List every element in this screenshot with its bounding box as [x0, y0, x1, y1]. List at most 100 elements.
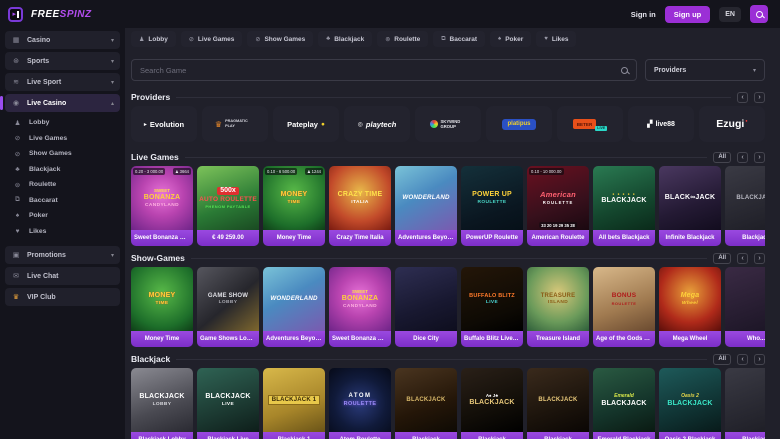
- language-selector[interactable]: EN: [719, 7, 741, 22]
- provider-skywind-group[interactable]: ● SKYWIND GROUP: [415, 106, 481, 142]
- game-card[interactable]: ♟ BONUS ROULETTE Age of the Gods Bon...: [593, 267, 655, 347]
- provider-platipus[interactable]: platipus: [486, 106, 552, 142]
- game-card[interactable]: ♟ ATOM ROULETTE Atom Roulette: [329, 368, 391, 439]
- provider-pateplay[interactable]: Pateplay ●: [273, 106, 339, 142]
- show-games-prev-button[interactable]: ‹: [737, 253, 748, 264]
- providers-dropdown[interactable]: Providers ▾: [645, 59, 765, 81]
- tab-show-games[interactable]: ⊘ Show Games: [247, 31, 313, 47]
- game-thumbnail: ♟ ● ● ● ● ● BLACKJACK: [593, 166, 655, 230]
- game-card[interactable]: 0.10 - 10 000.00 ♟ American ROULETTE 33 …: [527, 166, 589, 246]
- provider-logo-tag: LIVE: [595, 126, 607, 131]
- game-thumbnail: 0.20 - 3 000.00 ♟ 3664 SWEET BONANZA CAN…: [131, 166, 193, 230]
- sidebar-item-sports[interactable]: ⊛ Sports ▾: [5, 52, 120, 70]
- game-card[interactable]: ♟ ● ● ● ● ● BLACKJACK All bets Blackjack: [593, 166, 655, 246]
- sidebar-item-poker[interactable]: ♠ Poker: [5, 208, 120, 224]
- game-card[interactable]: ♟ POWER UP ROULETTE PowerUP Roulette: [461, 166, 523, 246]
- blackjack-next-button[interactable]: ›: [754, 354, 765, 365]
- providers-prev-button[interactable]: ‹: [737, 92, 748, 103]
- game-card[interactable]: ♟ WONDERLAND Adventures Beyond ...: [395, 166, 457, 246]
- game-card[interactable]: ♟ MONEY TIME Money Time: [131, 267, 193, 347]
- game-card[interactable]: ♟ Who...: [725, 267, 765, 347]
- game-card[interactable]: ♟ 500x AUTO ROULETTE PHENOM PAYTABLE € 4…: [197, 166, 259, 246]
- provider-playtech[interactable]: ◎ playtech: [344, 106, 410, 142]
- provider-pragmatic-play[interactable]: ♛ PRAGMATIC PLAY: [202, 106, 268, 142]
- provider-name: platipus: [502, 119, 535, 130]
- game-title: Who...: [725, 331, 765, 347]
- sidebar-item-baccarat[interactable]: ⧉ Baccarat: [5, 193, 120, 209]
- blackjack-prev-button[interactable]: ‹: [737, 354, 748, 365]
- tab-label: Likes: [552, 36, 569, 43]
- provider-ezugi[interactable]: Ezugi ●: [699, 106, 765, 142]
- game-card[interactable]: ♟ BLACKJACK LIVE Blackjack Live: [197, 368, 259, 439]
- section-title-live-games: Live Games: [131, 152, 179, 162]
- sidebar-item-likes[interactable]: ♥ Likes: [5, 224, 120, 240]
- search-input[interactable]: [140, 66, 621, 75]
- brand-logo-icon[interactable]: ▸: [8, 7, 23, 22]
- providers-next-button[interactable]: ›: [754, 92, 765, 103]
- sidebar-item-casino[interactable]: ▦ Casino ▾: [5, 31, 120, 49]
- tab-live-games[interactable]: ⊘ Live Games: [181, 31, 243, 47]
- sign-in-button[interactable]: Sign in: [631, 10, 656, 19]
- game-card[interactable]: ♟ BLACKJACK 1 Blackjack 1: [263, 368, 325, 439]
- game-card[interactable]: ♟ CRAZY TIME ITALIA Crazy Time Italia: [329, 166, 391, 246]
- chevron-icon: ▾: [111, 58, 114, 65]
- game-card[interactable]: ♟ SWEET BONANZA CANDYLAND Sweet Bonanza …: [329, 267, 391, 347]
- provider-beter-live[interactable]: BETER LIVE: [557, 106, 623, 142]
- game-card[interactable]: ♟ Blackjack: [725, 368, 765, 439]
- provider-evolution[interactable]: ▸ Evolution: [131, 106, 197, 142]
- live-games-next-button[interactable]: ›: [754, 152, 765, 163]
- sidebar-item-live-games[interactable]: ⊘ Live Games: [5, 131, 120, 147]
- game-card[interactable]: ♟ Oasis 2 BLACKJACK Oasis 2 Blackjack: [659, 368, 721, 439]
- sidebar-item-roulette[interactable]: ⊚ Roulette: [5, 177, 120, 193]
- show-games-next-button[interactable]: ›: [754, 253, 765, 264]
- tab-roulette[interactable]: ⊚ Roulette: [377, 31, 428, 47]
- game-card[interactable]: ♟ Dice City: [395, 267, 457, 347]
- sidebar: ▦ Casino ▾ ⊛ Sports ▾ ≋ Live Sport ▾ ◉ L…: [0, 28, 125, 439]
- game-card[interactable]: ♟ GAME SHOW LOBBY Game Shows Lobby: [197, 267, 259, 347]
- live-games-all-button[interactable]: All: [713, 152, 731, 163]
- sidebar-item-promotions[interactable]: ▣ Promotions ▾: [5, 246, 120, 264]
- game-card[interactable]: ♟ WONDERLAND Adventures Beyond ...: [263, 267, 325, 347]
- sidebar-item-live-chat[interactable]: ✉ Live Chat: [5, 267, 120, 285]
- players-badge: ♟ 3664: [173, 168, 191, 175]
- tab-baccarat[interactable]: ⧉ Baccarat: [433, 31, 485, 47]
- game-card[interactable]: ♟ BLACK∞JACK Infinite Blackjack: [659, 166, 721, 246]
- game-card[interactable]: ♟ BLACKJACK Blackjack: [527, 368, 589, 439]
- game-card[interactable]: 0.10 - 6 500.00 ♟ 1244 MONEY TIME Money …: [263, 166, 325, 246]
- game-search: [131, 59, 637, 81]
- tab-likes[interactable]: ♥ Likes: [536, 31, 576, 47]
- game-thumbnail: ♟ Emerald BLACKJACK: [593, 368, 655, 432]
- game-card[interactable]: ♟ Emerald BLACKJACK Emerald Blackjack: [593, 368, 655, 439]
- provider-live88[interactable]: ▞ live88: [628, 106, 694, 142]
- game-card[interactable]: ♟ BLACKJACK Blackjack: [725, 166, 765, 246]
- live-games-prev-button[interactable]: ‹: [737, 152, 748, 163]
- show-games-all-button[interactable]: All: [713, 253, 731, 264]
- header-search-button[interactable]: [750, 5, 768, 23]
- sign-up-button[interactable]: Sign up: [665, 6, 711, 23]
- sidebar-item-label: Poker: [29, 212, 48, 219]
- tab-poker[interactable]: ♠ Poker: [490, 31, 531, 47]
- sidebar-item-live-casino[interactable]: ◉ Live Casino ▴: [5, 94, 120, 112]
- show-games-icon: ⊘: [13, 150, 22, 158]
- sidebar-item-blackjack[interactable]: ♣ Blackjack: [5, 162, 120, 178]
- sidebar-item-show-games[interactable]: ⊘ Show Games: [5, 146, 120, 162]
- game-card[interactable]: ♟ TREASURE ISLAND Treasure Island: [527, 267, 589, 347]
- game-card[interactable]: 0.20 - 3 000.00 ♟ 3664 SWEET BONANZA CAN…: [131, 166, 193, 246]
- brand-logo[interactable]: FREESPINZ: [31, 9, 92, 20]
- sidebar-item-lobby[interactable]: ♟ Lobby: [5, 115, 120, 131]
- sidebar-item-vip-club[interactable]: ♛ VIP Club: [5, 288, 120, 306]
- game-card[interactable]: ♟ BUFFALO BLITZ LIVE Buffalo Blitz Live …: [461, 267, 523, 347]
- game-art: SWEET BONANZA CANDYLAND: [342, 289, 378, 309]
- tab-lobby[interactable]: ♟ Lobby: [131, 31, 176, 47]
- game-card[interactable]: ♟ BLACKJACK LOBBY Blackjack Lobby: [131, 368, 193, 439]
- game-title: Adventures Beyond ...: [395, 230, 457, 246]
- blackjack-all-button[interactable]: All: [713, 354, 731, 365]
- game-card[interactable]: ♟ Mega Wheel Mega Wheel: [659, 267, 721, 347]
- game-card[interactable]: ♟ A♠ J♣ BLACKJACK Blackjack: [461, 368, 523, 439]
- tab-blackjack[interactable]: ♣ Blackjack: [318, 31, 372, 47]
- game-art: BUFFALO BLITZ LIVE: [469, 293, 515, 305]
- game-card[interactable]: ♟ BLACKJACK Blackjack: [395, 368, 457, 439]
- sidebar-item-live-sport[interactable]: ≋ Live Sport ▾: [5, 73, 120, 91]
- roulette-icon: ⊚: [385, 36, 390, 43]
- chevron-icon: ▴: [111, 100, 114, 107]
